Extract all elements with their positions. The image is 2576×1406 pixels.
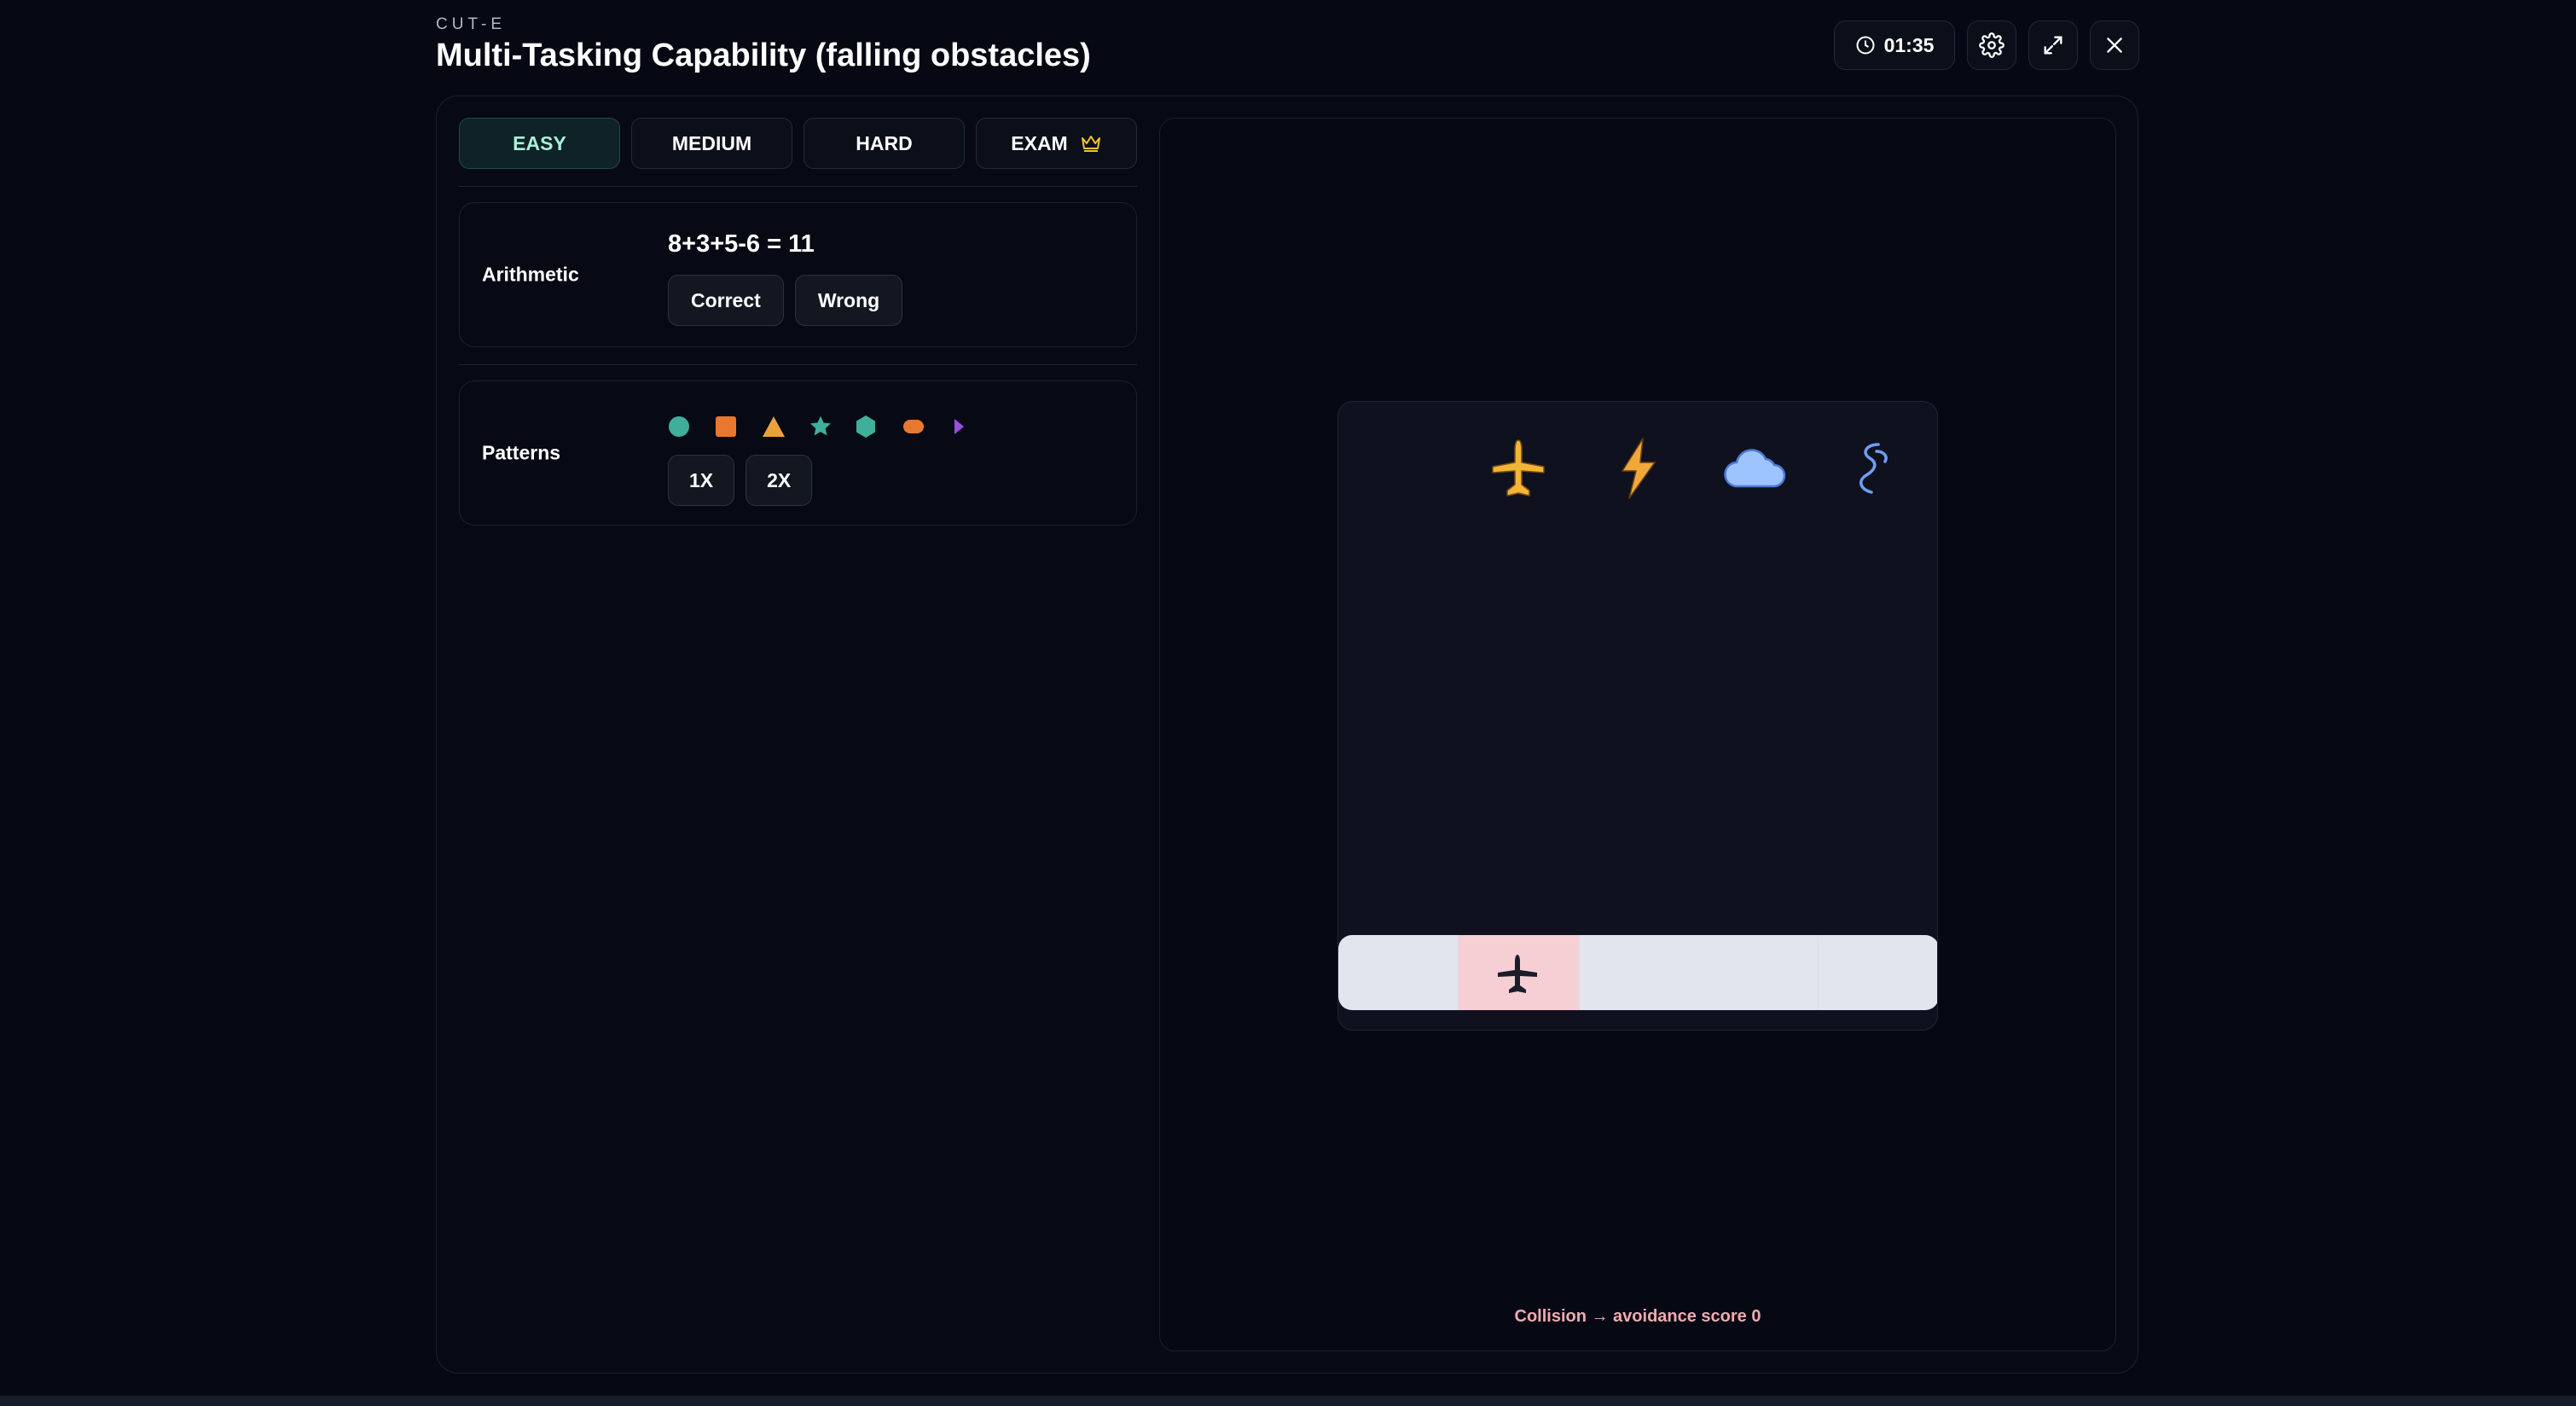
crown-icon: [1081, 136, 1100, 152]
circle-icon: [668, 410, 715, 443]
timer-value: 01:35: [1883, 33, 1935, 56]
task-panel: EASY MEDIUM HARD EXAM Arithmetic 8+3+5-6…: [459, 118, 1137, 526]
game-area[interactable]: [1337, 401, 1938, 1031]
settings-button[interactable]: [1967, 20, 2016, 70]
tab-hard-label: HARD: [856, 131, 913, 154]
star-icon: [809, 410, 856, 443]
oval-icon: [902, 410, 949, 443]
timer-display: 01:35: [1834, 20, 1955, 70]
tab-medium-label: MEDIUM: [671, 131, 752, 154]
wrong-button[interactable]: Wrong: [794, 275, 903, 326]
expand-icon: [2044, 36, 2063, 55]
triangle-icon: [762, 410, 809, 443]
gear-icon: [1979, 32, 2005, 58]
tab-easy[interactable]: EASY: [459, 118, 620, 169]
close-icon: [2107, 38, 2122, 53]
divider: [459, 186, 1137, 187]
window-controls: 01:35: [1834, 20, 2139, 70]
divider: [459, 364, 1137, 365]
tab-easy-label: EASY: [513, 131, 566, 154]
tab-exam-label: EXAM: [1011, 131, 1068, 154]
square-icon: [715, 410, 762, 443]
arithmetic-buttons: Correct Wrong: [668, 275, 903, 326]
tab-exam[interactable]: EXAM: [976, 118, 1137, 169]
player-plane-icon: [1492, 952, 1543, 995]
smoke-icon: [1838, 434, 1906, 503]
difficulty-tabs: EASY MEDIUM HARD EXAM: [459, 118, 1137, 169]
tab-medium[interactable]: MEDIUM: [631, 118, 792, 169]
pattern-shapes: [668, 410, 996, 443]
patterns-card: Patterns 1X 2X: [459, 381, 1137, 526]
pattern-buttons: 1X 2X: [668, 455, 813, 506]
arithmetic-equation: 8+3+5-6 = 11: [668, 230, 815, 258]
lane-bar: [1338, 935, 1937, 1010]
arithmetic-card: Arithmetic 8+3+5-6 = 11 Correct Wrong: [459, 202, 1137, 347]
airplane-icon: [1484, 434, 1552, 503]
hexagon-icon: [856, 410, 902, 443]
lightning-icon: [1604, 434, 1673, 503]
2x-button[interactable]: 2X: [746, 455, 813, 506]
fullscreen-button[interactable]: [2028, 20, 2078, 70]
correct-button[interactable]: Correct: [668, 275, 784, 326]
clock-icon: [1856, 36, 1875, 55]
page-title: Multi-Tasking Capability (falling obstac…: [436, 38, 1091, 73]
patterns-label: Patterns: [482, 441, 561, 464]
play-icon: [949, 410, 996, 443]
status-message: Collision → avoidance score 0: [1514, 1307, 1761, 1326]
tab-hard[interactable]: HARD: [804, 118, 965, 169]
lane-divider: [1818, 935, 1819, 1010]
close-button[interactable]: [2090, 20, 2139, 70]
cloud-icon: [1720, 434, 1789, 503]
arithmetic-label: Arithmetic: [482, 263, 579, 286]
header: CUT-E Multi-Tasking Capability (falling …: [436, 15, 1091, 74]
brand-label: CUT-E: [436, 15, 506, 33]
1x-button[interactable]: 1X: [668, 455, 735, 506]
bottom-strip: [0, 1396, 2576, 1406]
